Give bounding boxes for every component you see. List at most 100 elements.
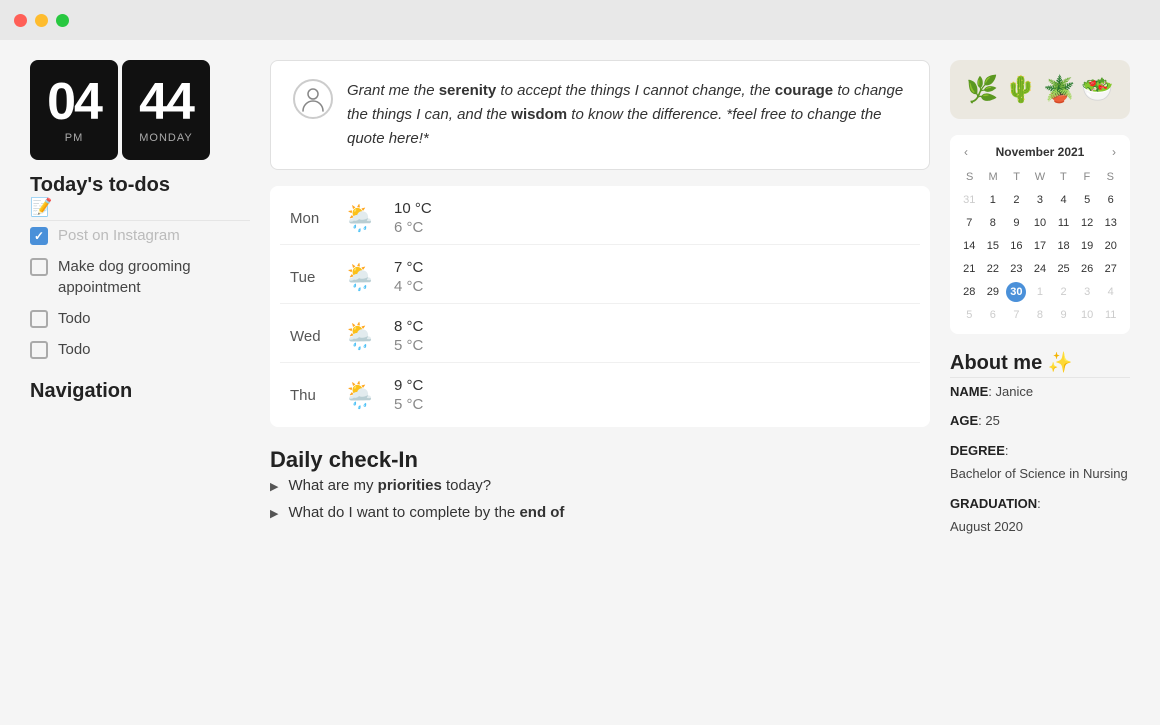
- about-title: About me ✨: [950, 350, 1130, 375]
- about-divider: [950, 377, 1130, 378]
- cal-day-3[interactable]: 3: [1030, 190, 1050, 210]
- cal-day-5[interactable]: 5: [1077, 190, 1097, 210]
- checkin-text-1: What are my priorities today?: [288, 477, 491, 494]
- todo-text-3: Todo: [58, 308, 91, 329]
- avatar-icon: [293, 79, 333, 119]
- cal-day-1-next: 1: [1030, 282, 1050, 302]
- cal-day-3-next: 3: [1077, 282, 1097, 302]
- about-age-field: AGE: 25: [950, 409, 1130, 432]
- name-value: Janice: [996, 384, 1034, 399]
- cal-day-2[interactable]: 2: [1006, 190, 1026, 210]
- cal-day-17[interactable]: 17: [1030, 236, 1050, 256]
- todo-text-2: Make dog grooming appointment: [58, 256, 250, 298]
- plant-4: 🥗: [1081, 74, 1113, 105]
- cal-day-4[interactable]: 4: [1054, 190, 1074, 210]
- cal-day-11-next: 11: [1101, 305, 1121, 325]
- checkbox-4[interactable]: [30, 341, 48, 359]
- todo-item-1: Post on Instagram: [30, 225, 250, 246]
- temp-high-tue: 7 °C: [394, 259, 423, 276]
- weather-icon-tue: 🌦️: [340, 262, 380, 293]
- cal-day-8-next: 8: [1030, 305, 1050, 325]
- todo-text-4: Todo: [58, 339, 91, 360]
- cal-day-29[interactable]: 29: [983, 282, 1003, 302]
- cal-day-26[interactable]: 26: [1077, 259, 1097, 279]
- cal-day-1[interactable]: 1: [983, 190, 1003, 210]
- cal-day-21[interactable]: 21: [959, 259, 979, 279]
- cal-day-13[interactable]: 13: [1101, 213, 1121, 233]
- weather-row-thu: Thu 🌦️ 9 °C 5 °C: [280, 369, 920, 421]
- weather-temps-thu: 9 °C 5 °C: [394, 377, 423, 413]
- cal-day-10[interactable]: 10: [1030, 213, 1050, 233]
- cal-day-10-next: 10: [1077, 305, 1097, 325]
- clock-widget: 04 PM 44 MONDAY: [30, 60, 250, 160]
- cal-day-27[interactable]: 27: [1101, 259, 1121, 279]
- checkin-item-1: ▶ What are my priorities today?: [270, 477, 930, 494]
- titlebar: [0, 0, 1160, 40]
- cal-day-19[interactable]: 19: [1077, 236, 1097, 256]
- close-button[interactable]: [14, 14, 27, 27]
- cal-day-18[interactable]: 18: [1054, 236, 1074, 256]
- cal-day-23[interactable]: 23: [1006, 259, 1026, 279]
- calendar-next-button[interactable]: ›: [1108, 143, 1120, 161]
- plant-2: 🌵: [1005, 74, 1037, 105]
- checkin-item-2: ▶ What do I want to complete by the end …: [270, 504, 930, 521]
- left-column: 04 PM 44 MONDAY Today's to-dos 📝 Post on…: [30, 60, 250, 705]
- graduation-value: August 2020: [950, 519, 1023, 534]
- cal-day-15[interactable]: 15: [983, 236, 1003, 256]
- cal-day-7[interactable]: 7: [959, 213, 979, 233]
- name-label: NAME: [950, 384, 988, 399]
- plant-1: 🌿: [966, 74, 998, 105]
- cal-day-25[interactable]: 25: [1054, 259, 1074, 279]
- weather-temps-mon: 10 °C 6 °C: [394, 200, 432, 236]
- todo-text-1: Post on Instagram: [58, 225, 180, 246]
- cal-day-8[interactable]: 8: [983, 213, 1003, 233]
- maximize-button[interactable]: [56, 14, 69, 27]
- checkbox-3[interactable]: [30, 310, 48, 328]
- cal-day-16[interactable]: 16: [1006, 236, 1026, 256]
- clock-period: PM: [65, 132, 84, 144]
- weather-day-tue: Tue: [290, 269, 326, 286]
- about-graduation-field: GRADUATION: August 2020: [950, 492, 1130, 539]
- quote-card: Grant me the serenity to accept the thin…: [270, 60, 930, 170]
- checkbox-1[interactable]: [30, 227, 48, 245]
- weather-day-thu: Thu: [290, 387, 326, 404]
- checkbox-2[interactable]: [30, 258, 48, 276]
- main-layout: 04 PM 44 MONDAY Today's to-dos 📝 Post on…: [0, 40, 1160, 725]
- degree-label: DEGREE: [950, 443, 1005, 458]
- clock-hours-block: 04 PM: [30, 60, 118, 160]
- calendar-prev-button[interactable]: ‹: [960, 143, 972, 161]
- calendar-month-label: November 2021: [996, 145, 1085, 159]
- cal-day-30-today[interactable]: 30: [1006, 282, 1026, 302]
- minimize-button[interactable]: [35, 14, 48, 27]
- clock-day: MONDAY: [139, 132, 192, 144]
- navigation-title: Navigation: [30, 380, 250, 403]
- clock-minutes: 44: [139, 76, 193, 128]
- temp-low-mon: 6 °C: [394, 219, 432, 236]
- cal-day-31-prev: 31: [959, 190, 979, 210]
- cal-day-24[interactable]: 24: [1030, 259, 1050, 279]
- todo-list: Post on Instagram Make dog grooming appo…: [30, 225, 250, 360]
- cal-day-2-next: 2: [1054, 282, 1074, 302]
- cal-day-28[interactable]: 28: [959, 282, 979, 302]
- todo-item-4: Todo: [30, 339, 250, 360]
- temp-low-thu: 5 °C: [394, 396, 423, 413]
- right-column: 🌿 🌵 🪴 🥗 ‹ November 2021 › S M T W T F S: [950, 60, 1130, 705]
- cal-day-6[interactable]: 6: [1101, 190, 1121, 210]
- edit-icon[interactable]: 📝: [30, 197, 250, 218]
- calendar-days-header: S M T W T F S: [958, 169, 1122, 185]
- cal-day-14[interactable]: 14: [959, 236, 979, 256]
- temp-high-thu: 9 °C: [394, 377, 423, 394]
- weather-row-wed: Wed 🌦️ 8 °C 5 °C: [280, 310, 920, 363]
- cal-day-11[interactable]: 11: [1054, 213, 1074, 233]
- todos-section: Today's to-dos 📝 Post on Instagram Make …: [30, 174, 250, 360]
- calendar-grid: 31 1 2 3 4 5 6 7 8 9 10 11 12 13 14 15 1…: [958, 189, 1122, 326]
- checkin-arrow-2: ▶: [270, 507, 278, 520]
- cal-day-9[interactable]: 9: [1006, 213, 1026, 233]
- cal-day-20[interactable]: 20: [1101, 236, 1121, 256]
- cal-day-9-next: 9: [1054, 305, 1074, 325]
- cal-day-5-next: 5: [959, 305, 979, 325]
- cal-day-12[interactable]: 12: [1077, 213, 1097, 233]
- cal-day-22[interactable]: 22: [983, 259, 1003, 279]
- quote-text: Grant me the serenity to accept the thin…: [347, 79, 907, 151]
- temp-high-wed: 8 °C: [394, 318, 423, 335]
